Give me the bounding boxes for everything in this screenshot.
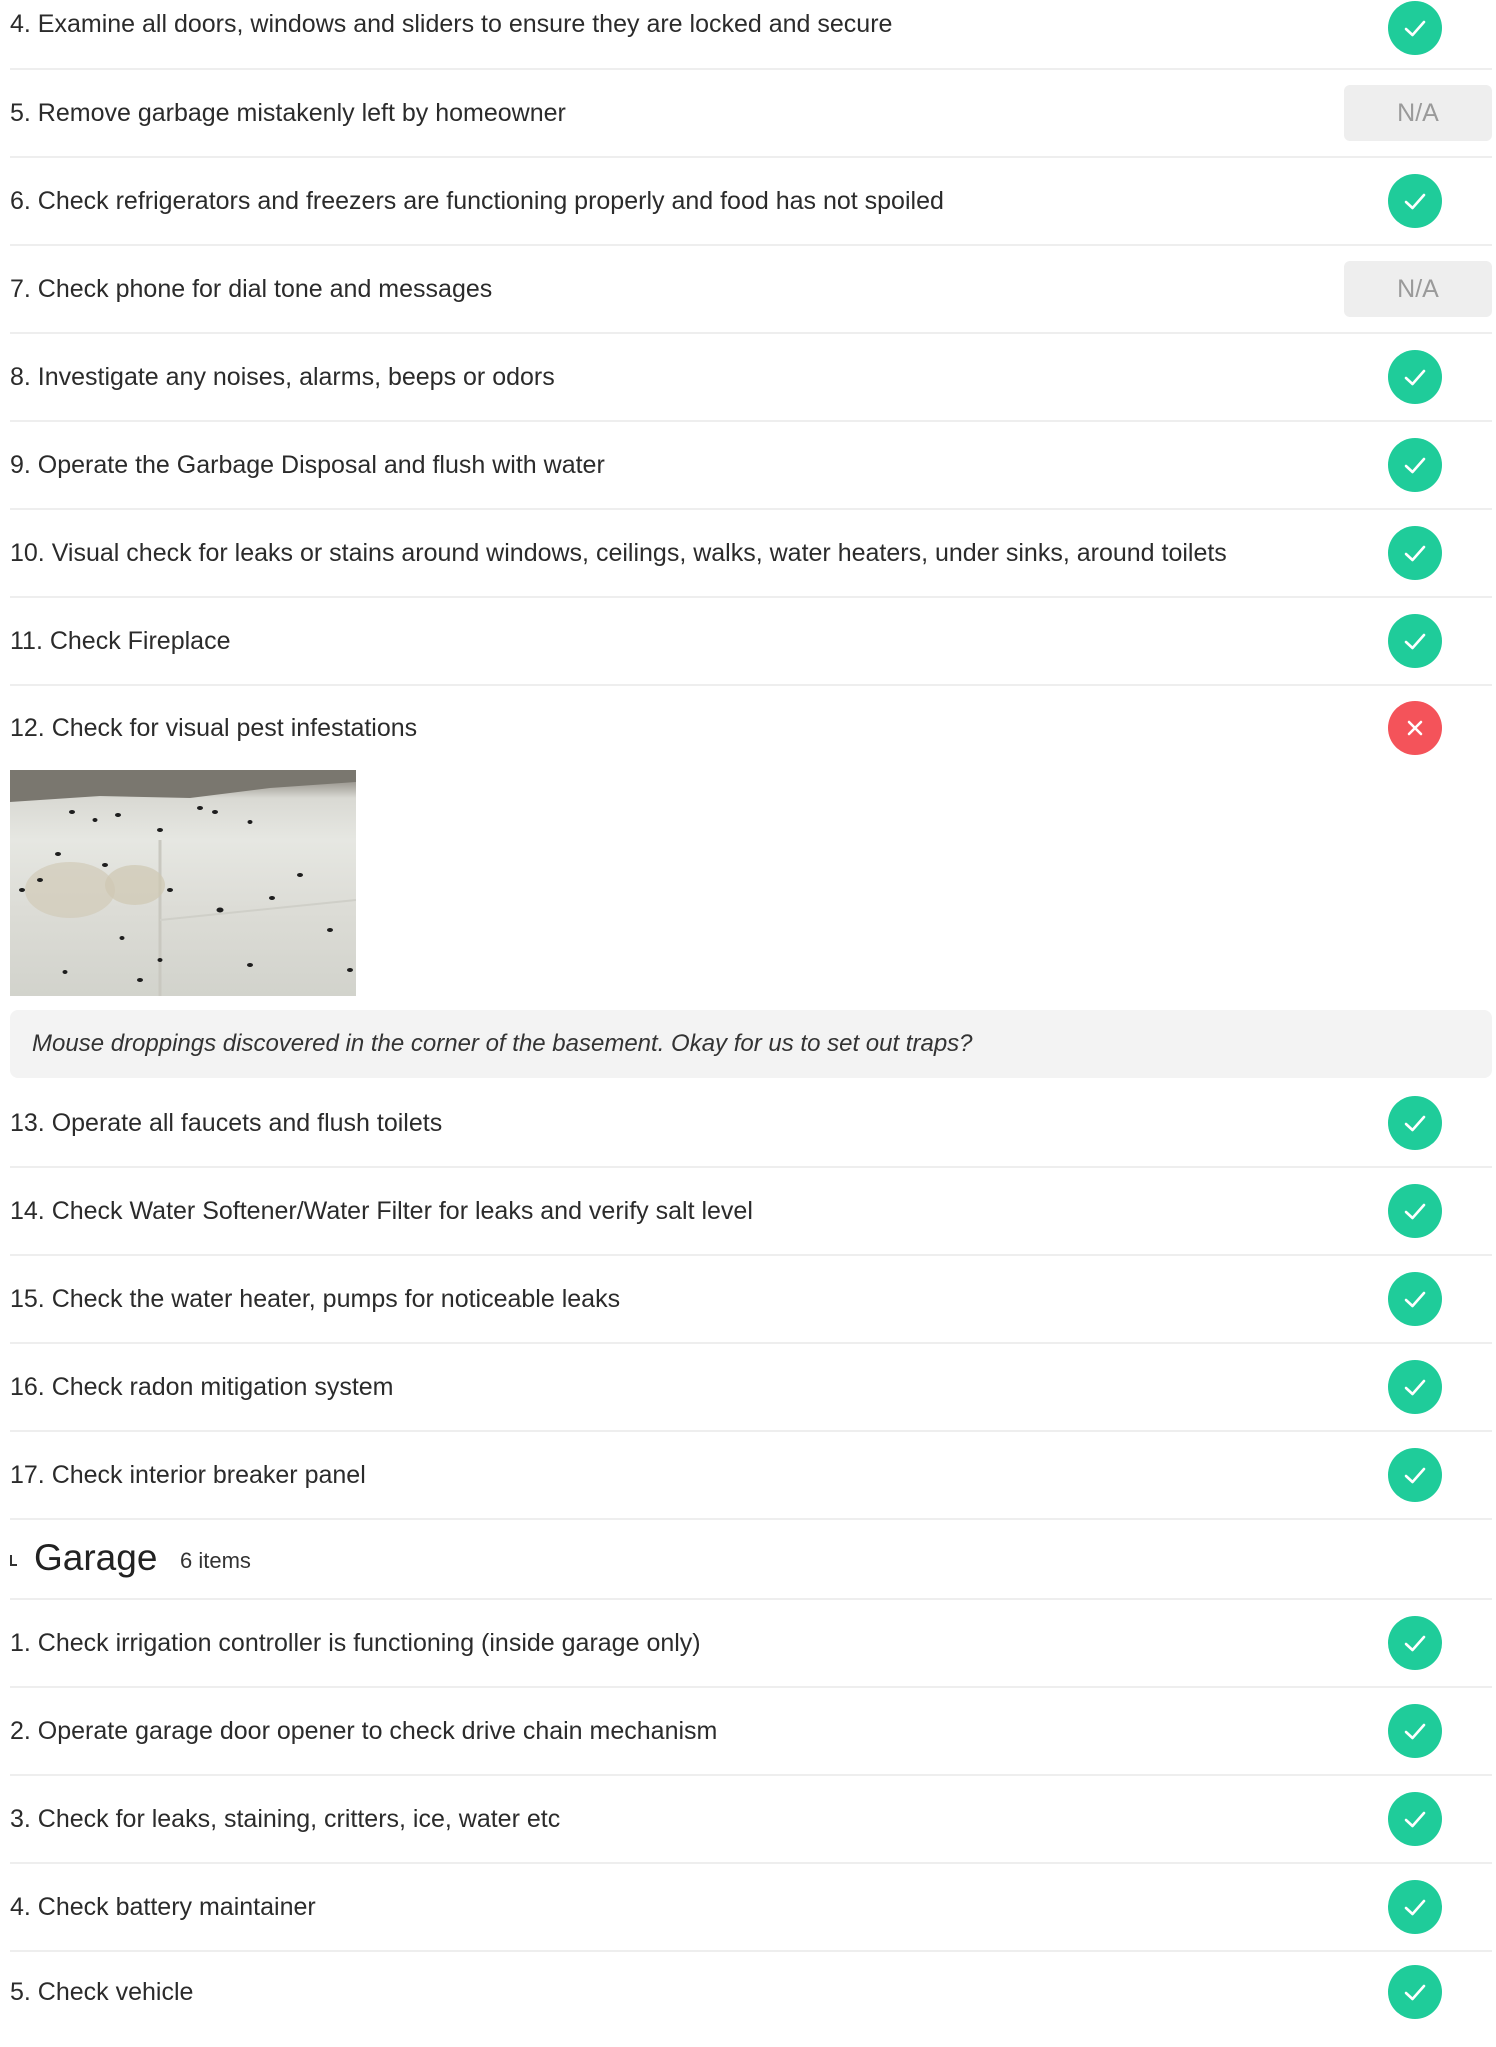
status-pass-badge[interactable] (1388, 1792, 1442, 1846)
checklist-row: 15. Check the water heater, pumps for no… (10, 1256, 1492, 1344)
status-pass-badge[interactable] (1388, 1880, 1442, 1934)
status-pass-badge[interactable] (1388, 350, 1442, 404)
checklist-row: 1. Check irrigation controller is functi… (10, 1600, 1492, 1688)
status-pass-badge[interactable] (1388, 1272, 1442, 1326)
section-item-count: 6 items (180, 1548, 251, 1573)
status-pass-badge[interactable] (1388, 438, 1442, 492)
item-label: 11. Check Fireplace (10, 627, 231, 655)
check-icon (1404, 1811, 1426, 1828)
checklist-row: 14. Check Water Softener/Water Filter fo… (10, 1168, 1492, 1256)
item-label: 4. Check battery maintainer (10, 1893, 316, 1921)
item-label: 5. Check vehicle (10, 1978, 194, 2006)
item-label: 13. Operate all faucets and flush toilet… (10, 1109, 443, 1137)
check-icon (1404, 1635, 1426, 1652)
item-label: 3. Check for leaks, staining, critters, … (10, 1805, 561, 1833)
pest-photo[interactable] (10, 770, 356, 996)
checklist-row: 6. Check refrigerators and freezers are … (10, 158, 1492, 246)
check-icon (1404, 369, 1426, 386)
check-icon (1404, 1203, 1426, 1220)
status-pass-badge[interactable] (1388, 1360, 1442, 1414)
checklist-row: 8. Investigate any noises, alarms, beeps… (10, 334, 1492, 422)
checklist-row: 12. Check for visual pest infestations (10, 686, 1492, 770)
status-na-badge[interactable]: N/A (1344, 261, 1492, 317)
pest-photo-block (10, 770, 1492, 1010)
checklist-row: 16. Check radon mitigation system (10, 1344, 1492, 1432)
section-header-garage[interactable]: Garage 6 items (10, 1520, 1492, 1600)
status-pass-badge[interactable] (1388, 614, 1442, 668)
checklist-row: 3. Check for leaks, staining, critters, … (10, 1776, 1492, 1864)
status-pass-badge[interactable] (1388, 1, 1442, 55)
item-label: 12. Check for visual pest infestations (10, 714, 418, 742)
status-pass-badge[interactable] (1388, 1704, 1442, 1758)
checklist-row: 13. Operate all faucets and flush toilet… (10, 1080, 1492, 1168)
check-icon (1404, 1379, 1426, 1396)
item-label: 16. Check radon mitigation system (10, 1373, 394, 1401)
status-pass-badge[interactable] (1388, 1616, 1442, 1670)
check-icon (1404, 1899, 1426, 1916)
item-label: 1. Check irrigation controller is functi… (10, 1629, 701, 1657)
checklist-row: 17. Check interior breaker panel (10, 1432, 1492, 1520)
status-pass-badge[interactable] (1388, 1448, 1442, 1502)
status-na-badge[interactable]: N/A (1344, 85, 1492, 141)
checklist-row: 11. Check Fireplace (10, 598, 1492, 686)
item-label: 17. Check interior breaker panel (10, 1461, 366, 1489)
checklist-row: 5. Check vehicle (10, 1952, 1492, 2032)
check-icon (1404, 1984, 1426, 2001)
basement-floor-image (10, 770, 356, 996)
check-icon (1404, 193, 1426, 210)
item-label: 6. Check refrigerators and freezers are … (10, 187, 944, 215)
check-icon (1404, 1115, 1426, 1132)
status-pass-badge[interactable] (1388, 1965, 1442, 2019)
item-label: 2. Operate garage door opener to check d… (10, 1717, 718, 1745)
check-icon (1404, 1291, 1426, 1308)
item-label: 15. Check the water heater, pumps for no… (10, 1285, 621, 1313)
status-pass-badge[interactable] (1388, 1184, 1442, 1238)
subsection-corner-icon (10, 1554, 17, 1566)
check-icon (1404, 1723, 1426, 1740)
check-icon (1404, 457, 1426, 474)
x-icon (1407, 720, 1423, 736)
status-pass-badge[interactable] (1388, 1096, 1442, 1150)
checklist-row: 2. Operate garage door opener to check d… (10, 1688, 1492, 1776)
status-fail-badge[interactable] (1388, 701, 1442, 755)
check-icon (1404, 20, 1426, 37)
item-label: 10. Visual check for leaks or stains aro… (10, 539, 1227, 567)
item-label: 4. Examine all doors, windows and slider… (10, 10, 893, 38)
checklist-row: 7. Check phone for dial tone and message… (10, 246, 1492, 334)
item-label: 9. Operate the Garbage Disposal and flus… (10, 451, 605, 479)
item-label: 5. Remove garbage mistakenly left by hom… (10, 99, 566, 127)
checklist-row: 10. Visual check for leaks or stains aro… (10, 510, 1492, 598)
pest-note: Mouse droppings discovered in the corner… (10, 1010, 1492, 1078)
item-label: 8. Investigate any noises, alarms, beeps… (10, 363, 555, 391)
inspection-checklist: 4. Examine all doors, windows and slider… (10, 0, 1492, 2032)
item-label: 7. Check phone for dial tone and message… (10, 275, 493, 303)
checklist-row: 4. Examine all doors, windows and slider… (10, 0, 1492, 70)
section-title: Garage (34, 1537, 158, 1578)
checklist-row: 4. Check battery maintainer (10, 1864, 1492, 1952)
checklist-row: 9. Operate the Garbage Disposal and flus… (10, 422, 1492, 510)
checklist-row: 5. Remove garbage mistakenly left by hom… (10, 70, 1492, 158)
status-pass-badge[interactable] (1388, 526, 1442, 580)
check-icon (1404, 545, 1426, 562)
item-label: 14. Check Water Softener/Water Filter fo… (10, 1197, 753, 1225)
check-icon (1404, 1467, 1426, 1484)
status-pass-badge[interactable] (1388, 174, 1442, 228)
check-icon (1404, 633, 1426, 650)
